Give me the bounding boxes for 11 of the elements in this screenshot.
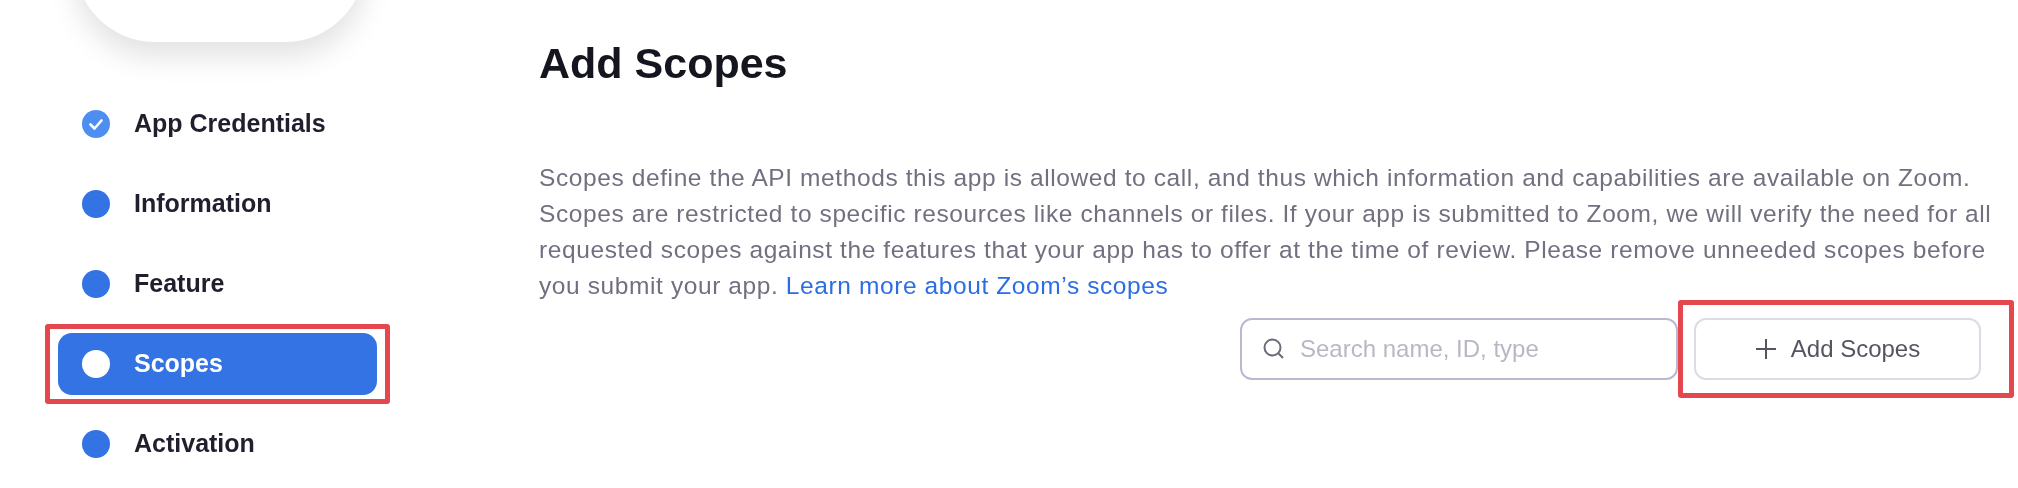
step-item[interactable]: Activation [58,413,377,475]
search-field[interactable]: Search name, ID, type [1240,317,1678,380]
learn-more-link[interactable]: Learn more about Zoom’s scopes [785,271,1169,299]
step-item[interactable]: Information [58,173,377,235]
step-item[interactable]: App Credentials [58,93,377,155]
page-heading: Add Scopes [539,38,789,89]
description-text: Scopes define the API methods this app is allowed to call, and thus which information and capabilities are available on Zoom. Scopes are restricted to specific resources like channels or files. If your app is submitted to Zoom, we will verify the need for all requested scopes against the features that your app has to offer at the time of review. Please remove unneeded scopes before you submit your app. Learn more about Zoom’s scopes [539,162,1993,301]
plus-icon [1754,337,1777,360]
add-scopes-button[interactable]: Add Scopes [1694,317,1981,380]
step-item[interactable]: Feature [58,253,377,315]
step-item[interactable]: Scopes [58,333,377,395]
